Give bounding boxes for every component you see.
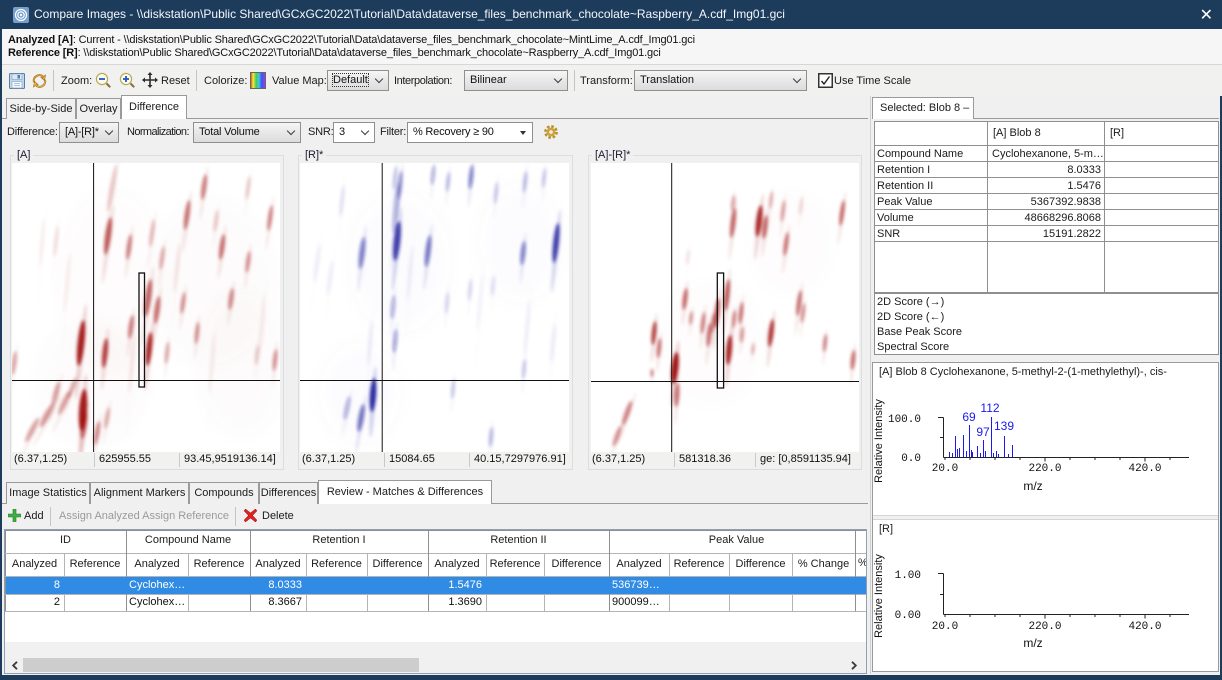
svg-text:20.0: 20.0 <box>932 463 958 475</box>
svg-text:97: 97 <box>976 425 990 439</box>
svg-text:420.0: 420.0 <box>1128 463 1161 475</box>
svg-text:20.0: 20.0 <box>932 621 958 633</box>
svg-text:220.0: 220.0 <box>1028 463 1061 475</box>
svg-text:420.0: 420.0 <box>1128 621 1161 633</box>
svg-text:100.0: 100.0 <box>888 414 921 426</box>
svg-text:220.0: 220.0 <box>1028 621 1061 633</box>
svg-text:m/z: m/z <box>1023 636 1042 650</box>
svg-text:0.0: 0.0 <box>901 453 921 465</box>
svg-text:0.00: 0.00 <box>895 610 921 622</box>
svg-text:1.00: 1.00 <box>895 570 921 582</box>
svg-text:m/z: m/z <box>1023 479 1042 493</box>
svg-text:112: 112 <box>980 401 999 415</box>
svg-text:69: 69 <box>962 410 976 424</box>
svg-text:139: 139 <box>994 419 1014 433</box>
